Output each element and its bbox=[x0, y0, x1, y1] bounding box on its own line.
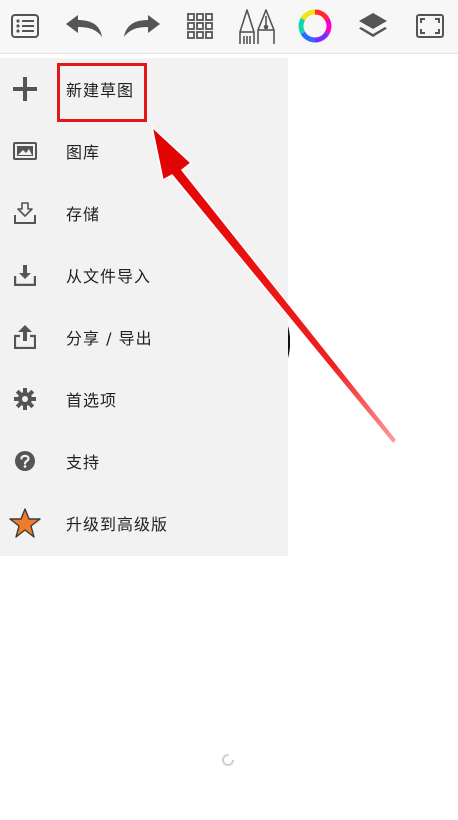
top-toolbar bbox=[0, 0, 458, 54]
menu-item-label: 分享 / 导出 bbox=[66, 329, 153, 348]
menu-item-label: 从文件导入 bbox=[66, 267, 152, 286]
menu-item-gallery[interactable]: 图库 bbox=[0, 120, 288, 182]
menu-item-label: 升级到高级版 bbox=[66, 515, 169, 534]
menu-item-label: 支持 bbox=[66, 453, 101, 472]
main-menu-drawer: 新建草图 图库 存储 从文件导入 分享 / 导出 首选项 支持 升级到高级版 bbox=[0, 58, 288, 556]
menu-item-support[interactable]: 支持 bbox=[0, 430, 288, 492]
help-icon bbox=[8, 444, 42, 478]
import-icon bbox=[8, 258, 42, 292]
grid-icon[interactable] bbox=[178, 4, 222, 48]
color-wheel-icon[interactable] bbox=[293, 4, 337, 48]
star-icon bbox=[8, 506, 42, 540]
share-icon bbox=[8, 320, 42, 354]
save-icon bbox=[8, 196, 42, 230]
menu-item-label: 首选项 bbox=[66, 391, 118, 410]
menu-item-save[interactable]: 存储 bbox=[0, 182, 288, 244]
undo-icon[interactable] bbox=[62, 4, 106, 48]
gear-icon bbox=[8, 382, 42, 416]
brush-pen-icon[interactable] bbox=[234, 4, 278, 48]
menu-item-share-export[interactable]: 分享 / 导出 bbox=[0, 306, 288, 368]
menu-item-preferences[interactable]: 首选项 bbox=[0, 368, 288, 430]
layers-icon[interactable] bbox=[351, 4, 395, 48]
gallery-icon bbox=[8, 134, 42, 168]
loading-spinner-icon bbox=[221, 752, 235, 771]
menu-item-label: 图库 bbox=[66, 143, 101, 162]
menu-item-label: 存储 bbox=[66, 205, 101, 224]
plus-icon bbox=[8, 72, 42, 106]
list-menu-icon[interactable] bbox=[3, 4, 47, 48]
fullscreen-icon[interactable] bbox=[408, 4, 452, 48]
annotation-highlight-box bbox=[57, 63, 147, 122]
menu-item-import[interactable]: 从文件导入 bbox=[0, 244, 288, 306]
redo-icon[interactable] bbox=[120, 4, 164, 48]
menu-item-upgrade[interactable]: 升级到高级版 bbox=[0, 492, 288, 554]
